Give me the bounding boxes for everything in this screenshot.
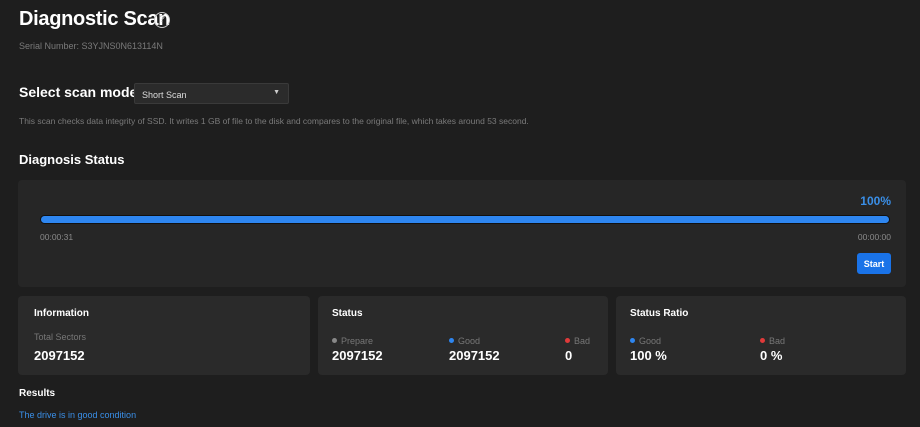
- page-title: Diagnostic Scan: [19, 8, 171, 30]
- total-sectors-label: Total Sectors: [34, 332, 87, 342]
- results-title: Results: [19, 388, 56, 399]
- prepare-dot-icon: [332, 338, 337, 343]
- status-ratio-card: Status Ratio Good 100 % Bad 0 %: [616, 296, 906, 375]
- good-dot-icon: [449, 338, 454, 343]
- card-title: Status Ratio: [630, 308, 689, 319]
- scan-mode-label: Select scan mode: [19, 84, 138, 100]
- progress-percent: 100%: [860, 194, 891, 208]
- information-card: Information Total Sectors 2097152: [18, 296, 310, 375]
- total-sectors-value: 2097152: [34, 348, 85, 363]
- card-title: Status: [332, 308, 363, 319]
- card-title: Information: [34, 308, 89, 319]
- good-dot-icon: [630, 338, 635, 343]
- ratio-good-label-text: Good: [639, 336, 662, 346]
- good-value: 2097152: [449, 348, 500, 363]
- prepare-value: 2097152: [332, 348, 383, 363]
- ratio-good-label: Good: [630, 336, 661, 346]
- scan-description: This scan checks data integrity of SSD. …: [19, 116, 529, 126]
- help-icon[interactable]: ?: [154, 12, 170, 28]
- remaining-time: 00:00:00: [857, 232, 891, 242]
- bad-label-text: Bad: [574, 336, 591, 346]
- good-label: Good: [449, 336, 480, 346]
- ratio-bad-label: Bad: [760, 336, 785, 346]
- diagnosis-panel: 100% 00:00:31 00:00:00 Start: [18, 180, 906, 287]
- results-message-link[interactable]: The drive is in good condition: [19, 410, 136, 420]
- scan-mode-dropdown[interactable]: Short Scan ▼: [134, 83, 289, 104]
- diagnosis-status-title: Diagnosis Status: [19, 152, 125, 167]
- bad-dot-icon: [760, 338, 765, 343]
- ratio-bad-label-text: Bad: [769, 336, 786, 346]
- bad-value: 0: [565, 348, 573, 363]
- good-label-text: Good: [458, 336, 481, 346]
- chevron-down-icon: ▼: [273, 89, 280, 96]
- ratio-bad-value: 0 %: [760, 348, 783, 363]
- bad-dot-icon: [565, 338, 570, 343]
- scan-mode-selected: Short Scan: [142, 90, 187, 100]
- progress-fill: [41, 216, 889, 223]
- serial-number: Serial Number: S3YJNS0N613114N: [19, 41, 163, 51]
- elapsed-time: 00:00:31: [40, 232, 74, 242]
- status-card: Status Prepare 2097152 Good 2097152 Bad …: [318, 296, 608, 375]
- bad-label: Bad: [565, 336, 590, 346]
- progress-bar: [40, 215, 890, 224]
- ratio-good-value: 100 %: [630, 348, 667, 363]
- prepare-label: Prepare: [332, 336, 373, 346]
- prepare-label-text: Prepare: [341, 336, 374, 346]
- start-button[interactable]: Start: [857, 253, 891, 274]
